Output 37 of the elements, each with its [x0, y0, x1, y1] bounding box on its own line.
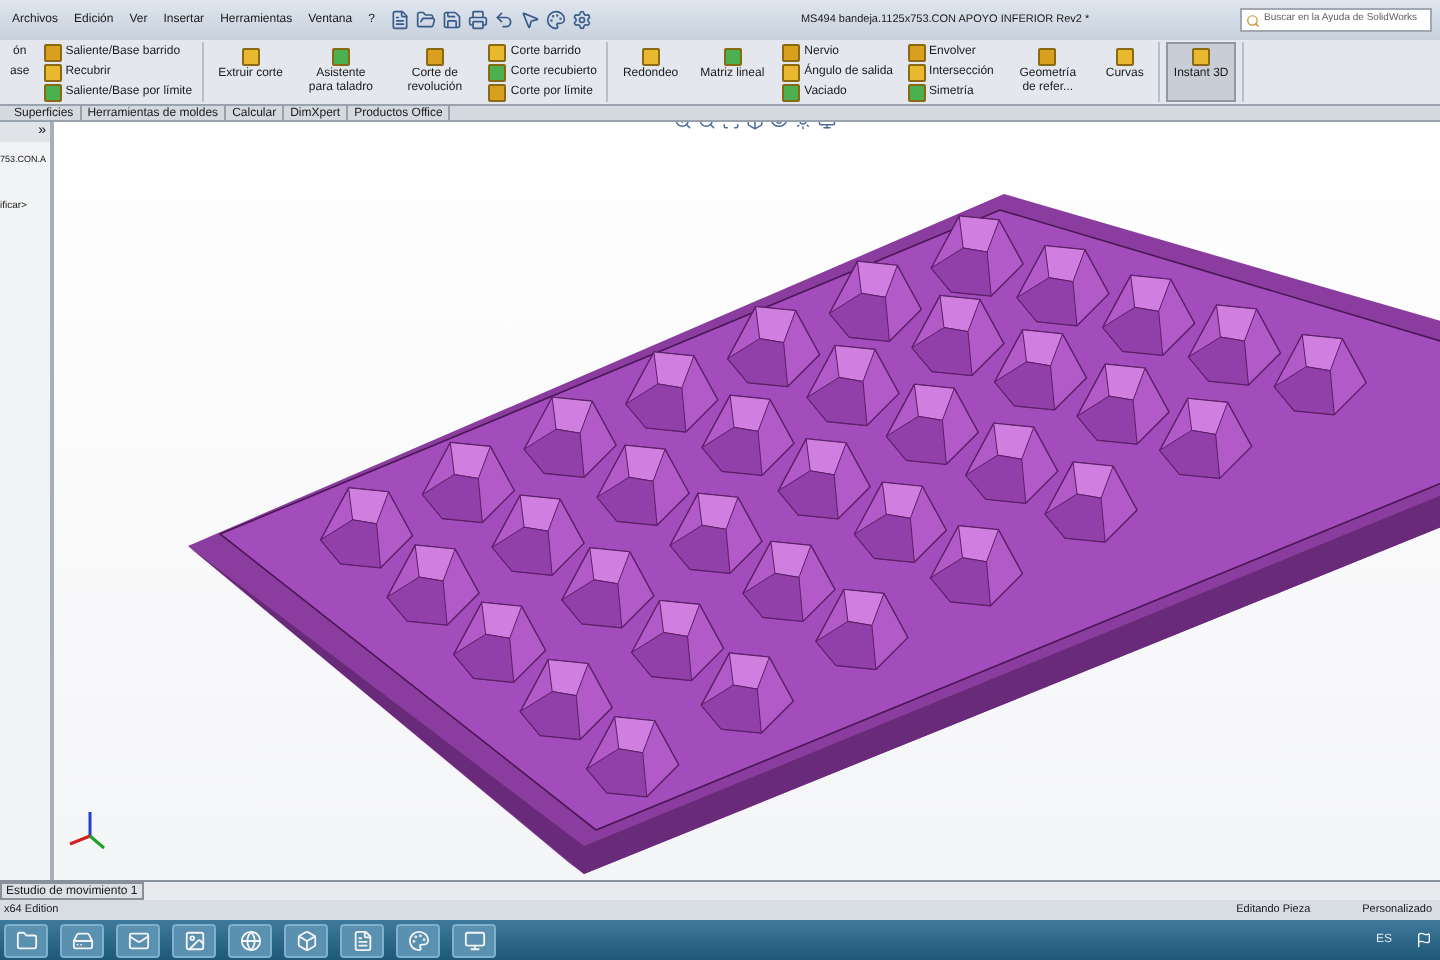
mail-icon: [127, 929, 149, 951]
flag-icon[interactable]: [1416, 932, 1432, 948]
toolbar-icon[interactable]: [442, 10, 463, 30]
search-icon: [1246, 13, 1260, 27]
taskbar-button[interactable]: [172, 923, 216, 957]
toolbar-icon[interactable]: [546, 10, 567, 30]
taskbar-button[interactable]: [60, 923, 104, 957]
tool-icon: [241, 48, 260, 66]
tool-icon: [425, 48, 444, 66]
palette-icon: [407, 929, 429, 951]
cube-icon: [295, 929, 317, 951]
globe-icon: [239, 929, 261, 951]
taskbar-button[interactable]: [228, 923, 272, 957]
toolbar-icon[interactable]: [468, 10, 489, 30]
monitor-icon: [463, 929, 485, 951]
toolbar-icon[interactable]: [572, 10, 593, 30]
taskbar-button[interactable]: [452, 923, 496, 957]
tool-icon: [1115, 48, 1134, 66]
tool-icon: [723, 48, 742, 66]
document-icon: [351, 929, 373, 951]
tool-icon: [1192, 48, 1211, 66]
image-icon: [183, 929, 205, 951]
axis-triad-icon: [69, 812, 105, 850]
taskbar-button[interactable]: [4, 923, 48, 957]
taskbar-button[interactable]: [340, 923, 384, 957]
toolbar-icon[interactable]: [416, 10, 437, 30]
tool-icon: [331, 48, 350, 66]
folder-icon: [15, 929, 37, 951]
drive-icon: [71, 929, 93, 951]
taskbar-button[interactable]: [284, 923, 328, 957]
tool-icon: [641, 48, 660, 66]
toolbar-icon[interactable]: [494, 10, 515, 30]
tool-icon: [1038, 48, 1057, 66]
toolbar-icon[interactable]: [390, 10, 411, 30]
taskbar-button[interactable]: [396, 923, 440, 957]
taskbar-button[interactable]: [116, 923, 160, 957]
toolbar-icon[interactable]: [520, 10, 541, 30]
